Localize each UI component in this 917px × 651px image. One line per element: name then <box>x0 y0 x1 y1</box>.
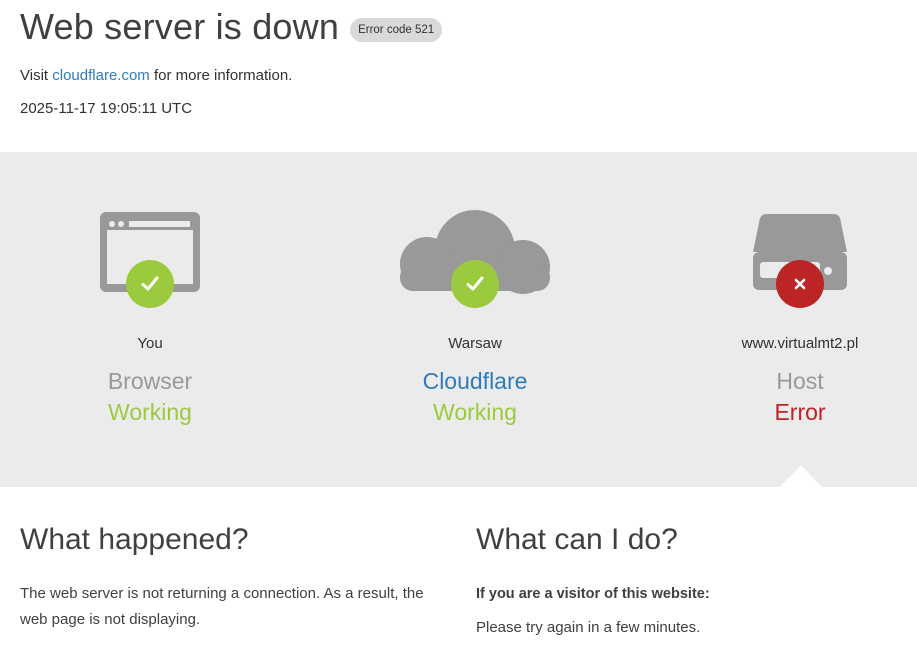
visit-suffix: for more information. <box>153 67 293 84</box>
cloudflare-state: Working <box>433 399 517 425</box>
info-section: What happened? The web server is not ret… <box>0 487 917 651</box>
error-x-icon <box>776 260 824 308</box>
host-state: Error <box>774 399 826 425</box>
status-band: You Browser Working Warsaw Cloudflare Wo… <box>0 152 917 487</box>
timestamp: 2025-11-17 19:05:11 UTC <box>20 100 193 117</box>
cloudflare-link[interactable]: cloudflare.com <box>52 67 150 84</box>
what-can-i-do-heading: What can I do? <box>476 523 678 556</box>
title-row: Web server is down Error code 521 <box>20 6 443 48</box>
cloud-icon <box>325 152 625 312</box>
server-icon <box>650 152 917 312</box>
what-happened-section: What happened? The web server is not ret… <box>20 521 450 633</box>
host-entity: Host <box>776 368 824 394</box>
visitor-answer: Please try again in a few minutes. <box>476 619 701 636</box>
page-title: Web server is down <box>20 6 340 47</box>
ok-check-icon <box>126 260 174 308</box>
what-happened-heading: What happened? <box>20 523 249 556</box>
browser-entity: Browser <box>107 368 193 394</box>
browser-location: You <box>137 335 163 352</box>
visit-prefix: Visit <box>20 67 49 84</box>
ok-check-icon <box>451 260 499 308</box>
what-happened-body: The web server is not returning a connec… <box>20 585 424 628</box>
browser-state: Working <box>108 399 192 425</box>
what-can-i-do-section: What can I do? If you are a visitor of t… <box>476 521 906 641</box>
cloudflare-location: Warsaw <box>448 335 502 352</box>
cloudflare-entity: Cloudflare <box>422 368 528 394</box>
visitor-question: If you are a visitor of this website: <box>476 586 710 602</box>
header: Web server is down Error code 521 Visit … <box>0 0 917 152</box>
error-code-badge: Error code 521 <box>350 17 443 42</box>
status-cloudflare: Warsaw Cloudflare Working <box>325 152 625 487</box>
status-browser: You Browser Working <box>0 152 300 487</box>
browser-icon <box>0 152 300 312</box>
host-location: www.virtualmt2.pl <box>741 335 859 352</box>
visit-line: Visit cloudflare.com for more informatio… <box>20 67 292 84</box>
status-host: www.virtualmt2.pl Host Error <box>650 152 917 487</box>
error-pointer-arrow <box>780 465 822 487</box>
